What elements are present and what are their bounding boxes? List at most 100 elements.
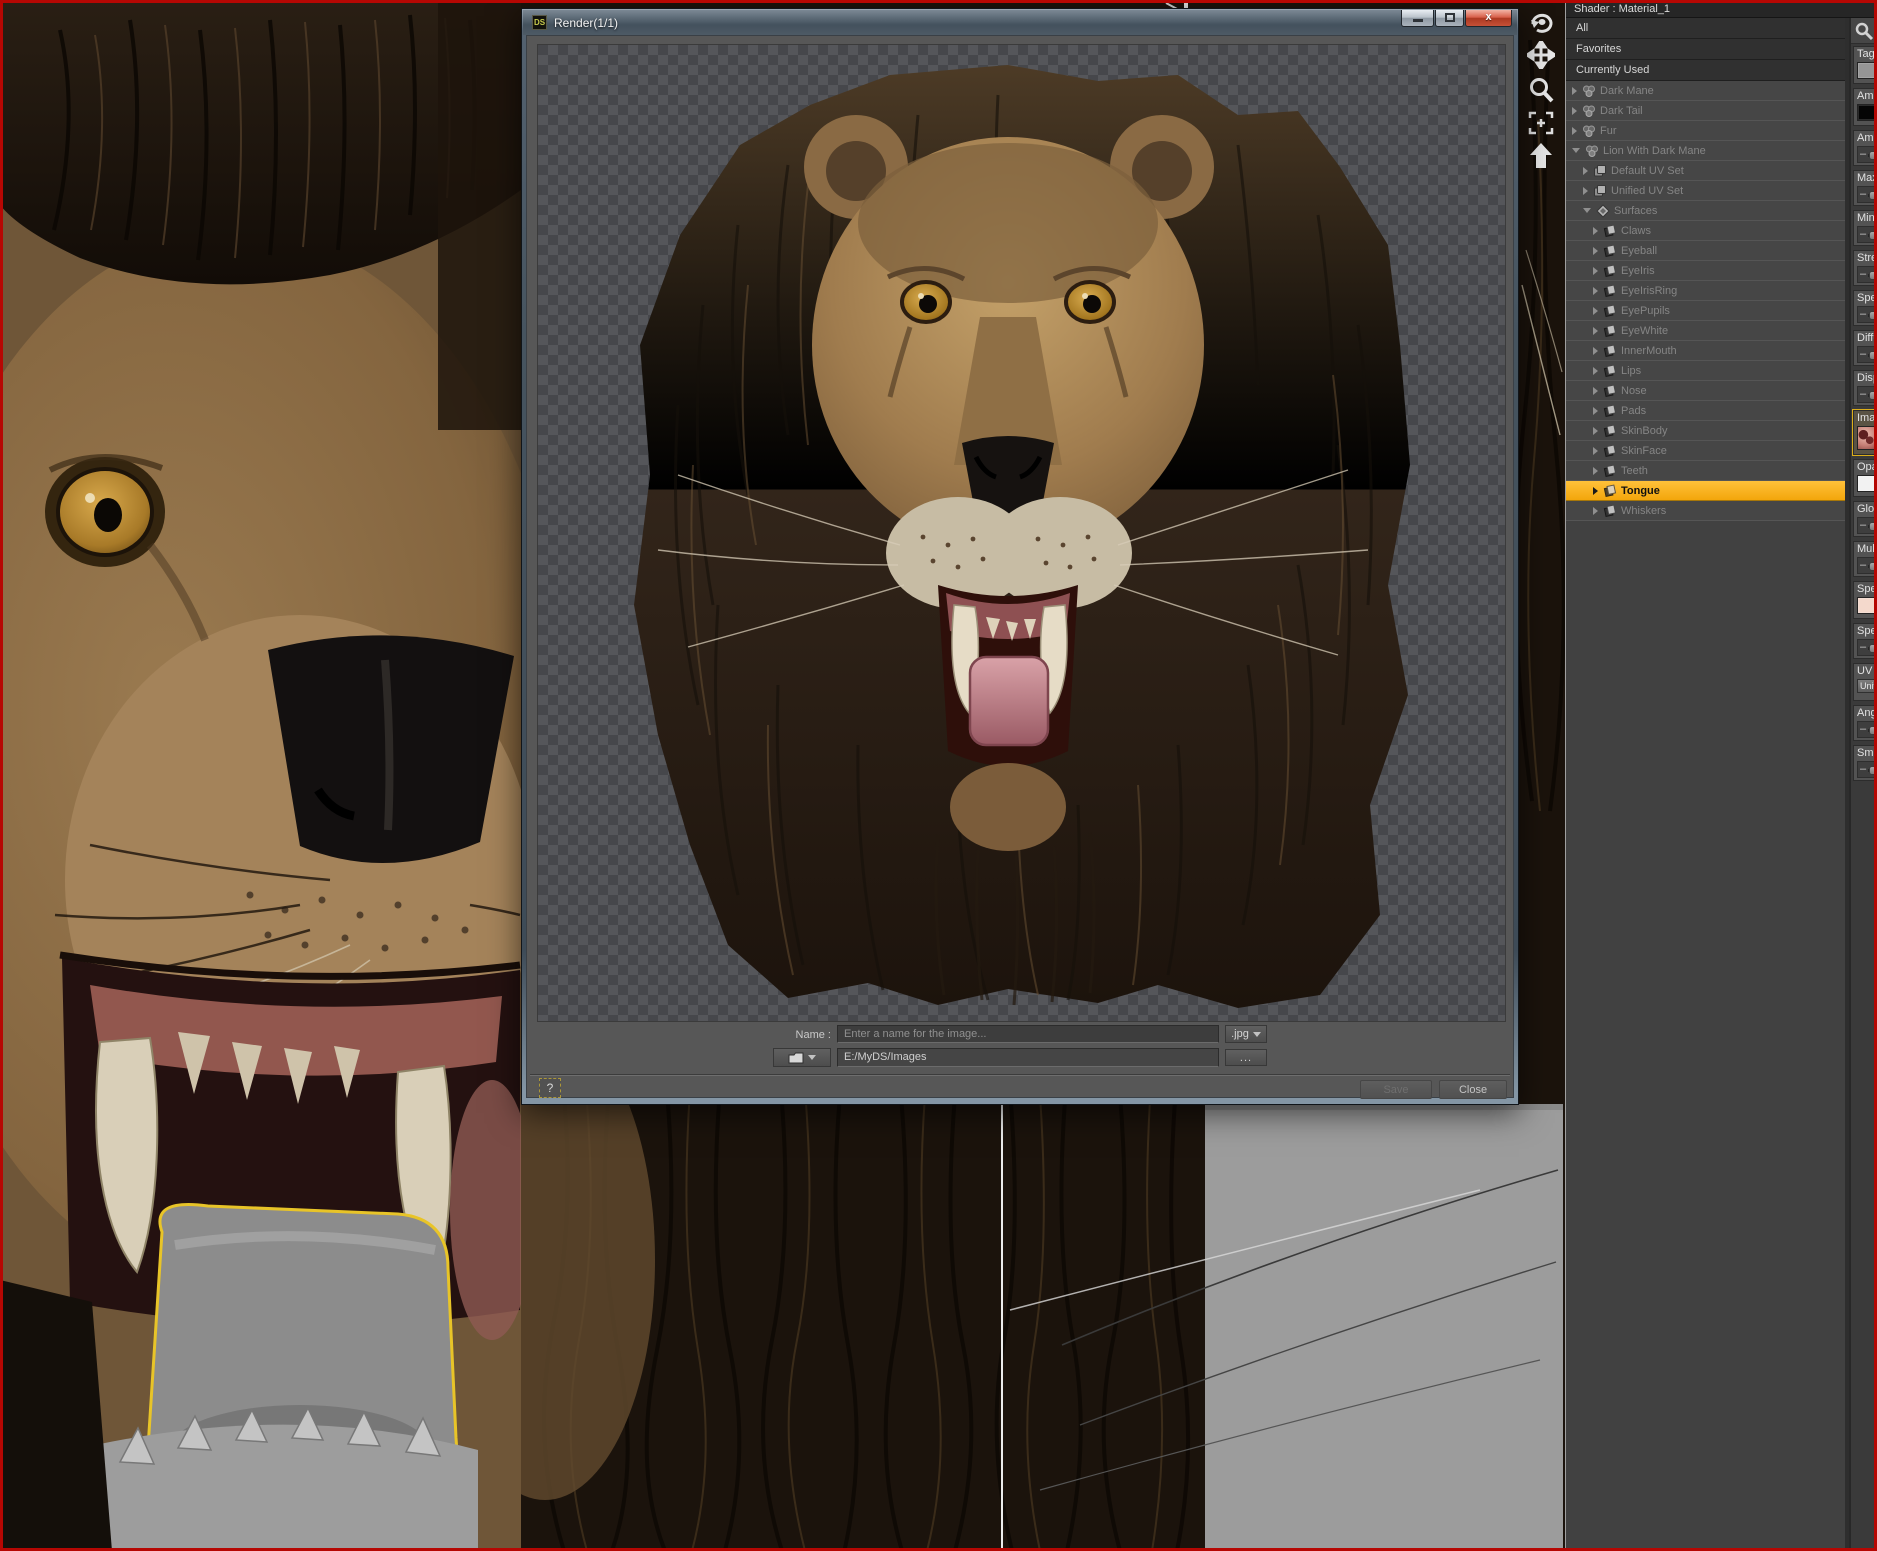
- orbit-icon[interactable]: [1527, 8, 1555, 34]
- surface-search[interactable]: [1851, 18, 1877, 44]
- expand-arrow-icon[interactable]: [1593, 266, 1598, 275]
- expand-arrow-icon[interactable]: [1593, 486, 1598, 495]
- property-control[interactable]: –: [1857, 557, 1877, 574]
- save-path-field[interactable]: E:/MyDS/Images: [837, 1048, 1219, 1067]
- tree-item-default-uv-set[interactable]: Default UV Set: [1566, 161, 1845, 181]
- browse-button[interactable]: ...: [1225, 1049, 1267, 1066]
- tree-item-dark-tail[interactable]: Dark Tail: [1566, 101, 1845, 121]
- expand-arrow-icon[interactable]: [1572, 126, 1577, 135]
- tree-item-claws[interactable]: Claws: [1566, 221, 1845, 241]
- slider-thumb[interactable]: [1869, 726, 1877, 735]
- slider-thumb[interactable]: [1869, 151, 1877, 160]
- expand-arrow-icon[interactable]: [1572, 148, 1580, 153]
- property-control[interactable]: –: [1857, 146, 1877, 163]
- slider-thumb[interactable]: [1869, 351, 1877, 360]
- tree-item-eyewhite[interactable]: EyeWhite: [1566, 321, 1845, 341]
- property-control[interactable]: [1857, 475, 1877, 494]
- property-control[interactable]: –: [1857, 186, 1877, 203]
- tree-item-nose[interactable]: Nose: [1566, 381, 1845, 401]
- filter-currently-used[interactable]: Currently Used: [1566, 60, 1845, 81]
- slider-decrement[interactable]: –: [1860, 227, 1866, 242]
- tree-item-skinbody[interactable]: SkinBody: [1566, 421, 1845, 441]
- expand-arrow-icon[interactable]: [1593, 346, 1598, 355]
- property-control[interactable]: [1857, 62, 1877, 81]
- tree-item-skinface[interactable]: SkinFace: [1566, 441, 1845, 461]
- expand-arrow-icon[interactable]: [1593, 326, 1598, 335]
- slider-decrement[interactable]: –: [1860, 387, 1866, 402]
- expand-arrow-icon[interactable]: [1593, 366, 1598, 375]
- expand-arrow-icon[interactable]: [1593, 406, 1598, 415]
- expand-arrow-icon[interactable]: [1583, 186, 1588, 195]
- expand-arrow-icon[interactable]: [1593, 446, 1598, 455]
- slider-thumb[interactable]: [1869, 271, 1877, 280]
- slider-decrement[interactable]: –: [1860, 762, 1866, 777]
- property-control[interactable]: [1857, 426, 1877, 452]
- tree-item-unified-uv-set[interactable]: Unified UV Set: [1566, 181, 1845, 201]
- expand-arrow-icon[interactable]: [1593, 286, 1598, 295]
- save-button[interactable]: Save: [1360, 1080, 1432, 1099]
- tree-item-surfaces[interactable]: Surfaces: [1566, 201, 1845, 221]
- property-control[interactable]: [1857, 104, 1877, 123]
- property-control[interactable]: –: [1857, 517, 1877, 534]
- slider-decrement[interactable]: –: [1860, 722, 1866, 737]
- zoom-icon[interactable]: [1527, 76, 1555, 104]
- pane-splitter-line[interactable]: [1001, 1104, 1003, 1551]
- color-swatch[interactable]: [1857, 597, 1877, 614]
- tree-item-fur[interactable]: Fur: [1566, 121, 1845, 141]
- tree-item-eyeiris[interactable]: EyeIris: [1566, 261, 1845, 281]
- render-dialog-titlebar[interactable]: DS Render(1/1) x: [523, 10, 1517, 35]
- slider-thumb[interactable]: [1869, 522, 1877, 531]
- tree-item-innermouth[interactable]: InnerMouth: [1566, 341, 1845, 361]
- expand-arrow-icon[interactable]: [1593, 506, 1598, 515]
- tree-item-lips[interactable]: Lips: [1566, 361, 1845, 381]
- property-control[interactable]: –: [1857, 639, 1877, 656]
- filter-favorites[interactable]: Favorites: [1566, 39, 1845, 60]
- expand-arrow-icon[interactable]: [1583, 166, 1588, 175]
- tree-item-whiskers[interactable]: Whiskers: [1566, 501, 1845, 521]
- tree-item-lion-with-dark-mane[interactable]: Lion With Dark Mane: [1566, 141, 1845, 161]
- property-control[interactable]: –: [1857, 386, 1877, 403]
- help-button[interactable]: ?: [539, 1078, 561, 1098]
- tree-item-eyeirisring[interactable]: EyeIrisRing: [1566, 281, 1845, 301]
- maximize-button[interactable]: [1435, 10, 1464, 27]
- slider-decrement[interactable]: –: [1860, 187, 1866, 202]
- property-control[interactable]: –: [1857, 761, 1877, 778]
- property-control[interactable]: –: [1857, 226, 1877, 243]
- close-window-button[interactable]: x: [1465, 10, 1512, 27]
- slider-thumb[interactable]: [1869, 766, 1877, 775]
- expand-arrow-icon[interactable]: [1593, 386, 1598, 395]
- slider-decrement[interactable]: –: [1860, 267, 1866, 282]
- tree-item-pads[interactable]: Pads: [1566, 401, 1845, 421]
- color-swatch[interactable]: [1857, 475, 1877, 492]
- slider-decrement[interactable]: –: [1860, 640, 1866, 655]
- property-control[interactable]: –: [1857, 306, 1877, 323]
- slider-decrement[interactable]: –: [1860, 347, 1866, 362]
- tree-item-dark-mane[interactable]: Dark Mane: [1566, 81, 1845, 101]
- slider-thumb[interactable]: [1869, 562, 1877, 571]
- color-swatch[interactable]: [1857, 62, 1877, 79]
- home-icon[interactable]: [1528, 142, 1554, 170]
- image-name-input[interactable]: Enter a name for the image...: [837, 1025, 1219, 1043]
- texture-thumbnail[interactable]: [1857, 426, 1877, 450]
- pan-icon[interactable]: [1527, 41, 1555, 69]
- uvset-button[interactable]: Unified: [1857, 679, 1877, 693]
- expand-arrow-icon[interactable]: [1583, 208, 1591, 213]
- expand-arrow-icon[interactable]: [1572, 106, 1577, 115]
- slider-decrement[interactable]: –: [1860, 558, 1866, 573]
- close-button[interactable]: Close: [1439, 1080, 1507, 1099]
- property-control[interactable]: [1857, 597, 1877, 616]
- expand-arrow-icon[interactable]: [1593, 246, 1598, 255]
- expand-arrow-icon[interactable]: [1593, 306, 1598, 315]
- expand-arrow-icon[interactable]: [1572, 86, 1577, 95]
- slider-thumb[interactable]: [1869, 391, 1877, 400]
- property-control[interactable]: Unified: [1857, 679, 1877, 698]
- color-swatch[interactable]: [1857, 104, 1877, 121]
- slider-decrement[interactable]: –: [1860, 147, 1866, 162]
- tree-item-teeth[interactable]: Teeth: [1566, 461, 1845, 481]
- slider-decrement[interactable]: –: [1860, 518, 1866, 533]
- slider-thumb[interactable]: [1869, 191, 1877, 200]
- format-dropdown[interactable]: .jpg: [1225, 1025, 1267, 1043]
- minimize-button[interactable]: [1401, 10, 1434, 27]
- folder-dropdown-button[interactable]: [773, 1048, 831, 1067]
- tree-item-eyepupils[interactable]: EyePupils: [1566, 301, 1845, 321]
